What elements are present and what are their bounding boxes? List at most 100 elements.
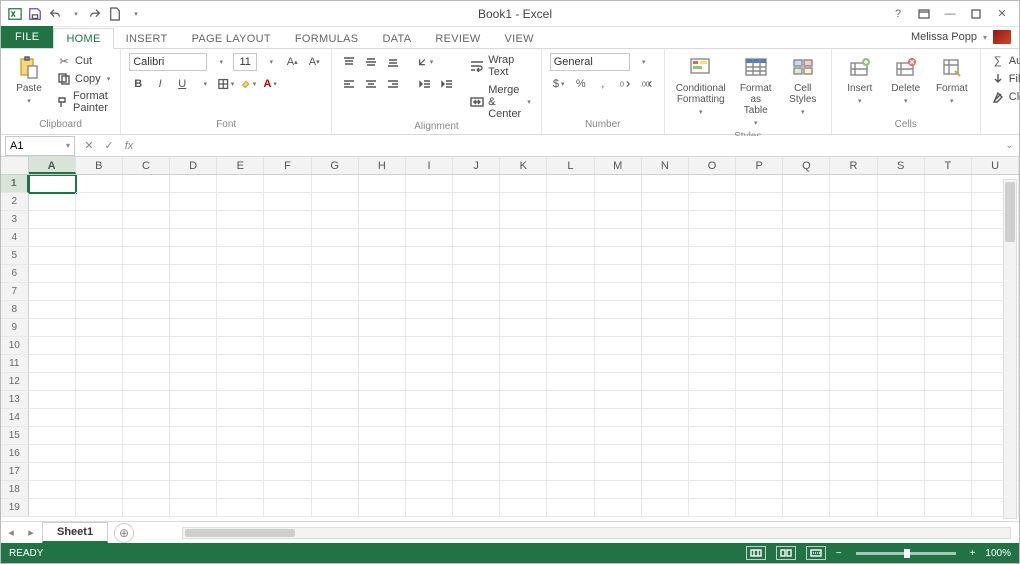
cell[interactable] xyxy=(547,409,594,427)
cell[interactable] xyxy=(453,481,500,499)
cell[interactable] xyxy=(500,301,547,319)
cell[interactable] xyxy=(642,247,689,265)
column-header[interactable]: E xyxy=(217,157,264,174)
cell[interactable] xyxy=(406,427,453,445)
cell[interactable] xyxy=(925,499,972,517)
cell[interactable] xyxy=(736,193,783,211)
cell[interactable] xyxy=(642,481,689,499)
cell[interactable] xyxy=(123,463,170,481)
cell[interactable] xyxy=(547,445,594,463)
cell[interactable] xyxy=(547,193,594,211)
enter-formula-icon[interactable]: ✓ xyxy=(99,139,119,152)
zoom-in-button[interactable]: + xyxy=(970,548,976,559)
cell[interactable] xyxy=(642,301,689,319)
cell[interactable] xyxy=(217,265,264,283)
cell[interactable] xyxy=(595,409,642,427)
cell[interactable] xyxy=(878,247,925,265)
cell[interactable] xyxy=(406,337,453,355)
cell[interactable] xyxy=(595,283,642,301)
cell[interactable] xyxy=(76,229,123,247)
cell[interactable] xyxy=(925,229,972,247)
cell[interactable] xyxy=(689,301,736,319)
cell[interactable] xyxy=(359,409,406,427)
cell[interactable] xyxy=(736,211,783,229)
column-header[interactable]: J xyxy=(453,157,500,174)
cell[interactable] xyxy=(547,337,594,355)
cell[interactable] xyxy=(783,247,830,265)
align-center-icon[interactable] xyxy=(362,75,380,93)
cell[interactable] xyxy=(830,229,877,247)
cell[interactable] xyxy=(500,175,547,193)
row-header[interactable]: 6 xyxy=(1,265,29,283)
cell[interactable] xyxy=(547,175,594,193)
cell[interactable] xyxy=(453,247,500,265)
cell[interactable] xyxy=(595,481,642,499)
cell[interactable] xyxy=(925,301,972,319)
cell[interactable] xyxy=(878,481,925,499)
cell[interactable] xyxy=(547,391,594,409)
cell[interactable] xyxy=(783,265,830,283)
cell[interactable] xyxy=(453,193,500,211)
align-middle-icon[interactable] xyxy=(362,53,380,71)
cell[interactable] xyxy=(689,211,736,229)
cell[interactable] xyxy=(264,463,311,481)
row-header[interactable]: 19 xyxy=(1,499,29,517)
cell[interactable] xyxy=(217,391,264,409)
close-icon[interactable]: ✕ xyxy=(993,7,1011,21)
cell[interactable] xyxy=(29,229,76,247)
cell[interactable] xyxy=(264,193,311,211)
column-header[interactable]: G xyxy=(312,157,359,174)
cell[interactable] xyxy=(359,247,406,265)
decrease-indent-icon[interactable] xyxy=(416,75,434,93)
cell[interactable] xyxy=(878,499,925,517)
cell[interactable] xyxy=(878,193,925,211)
column-header[interactable]: A xyxy=(29,157,76,174)
cell[interactable] xyxy=(170,463,217,481)
orientation-icon[interactable] xyxy=(416,53,434,71)
cell[interactable] xyxy=(29,373,76,391)
cell[interactable] xyxy=(925,355,972,373)
cell[interactable] xyxy=(359,355,406,373)
cell[interactable] xyxy=(359,211,406,229)
cell[interactable] xyxy=(264,427,311,445)
cell[interactable] xyxy=(217,283,264,301)
cell[interactable] xyxy=(76,283,123,301)
cell[interactable] xyxy=(925,445,972,463)
column-header[interactable]: L xyxy=(547,157,594,174)
cell[interactable] xyxy=(783,481,830,499)
cell[interactable] xyxy=(736,373,783,391)
cell[interactable] xyxy=(264,391,311,409)
cell[interactable] xyxy=(123,445,170,463)
cell[interactable] xyxy=(878,445,925,463)
cell[interactable] xyxy=(312,355,359,373)
cell[interactable] xyxy=(453,211,500,229)
cell[interactable] xyxy=(830,175,877,193)
tab-data[interactable]: DATA xyxy=(370,29,423,48)
zoom-out-button[interactable]: − xyxy=(836,548,842,559)
cell[interactable] xyxy=(170,301,217,319)
cell[interactable] xyxy=(500,337,547,355)
cell[interactable] xyxy=(76,463,123,481)
cell[interactable] xyxy=(547,427,594,445)
align-bottom-icon[interactable] xyxy=(384,53,402,71)
ribbon-display-icon[interactable] xyxy=(915,7,933,21)
cell[interactable] xyxy=(29,211,76,229)
cell[interactable] xyxy=(359,499,406,517)
insert-cells-button[interactable]: Insert▾ xyxy=(840,53,880,109)
cell[interactable] xyxy=(264,247,311,265)
row-header[interactable]: 17 xyxy=(1,463,29,481)
cell[interactable] xyxy=(830,391,877,409)
sheet-nav-next-icon[interactable]: ▸ xyxy=(21,526,41,539)
cell[interactable] xyxy=(736,445,783,463)
cell[interactable] xyxy=(170,481,217,499)
cell[interactable] xyxy=(406,229,453,247)
borders-button[interactable] xyxy=(217,75,235,93)
cell[interactable] xyxy=(500,391,547,409)
row-header[interactable]: 7 xyxy=(1,283,29,301)
cell[interactable] xyxy=(642,499,689,517)
cell[interactable] xyxy=(453,391,500,409)
expand-formula-icon[interactable]: ⌄ xyxy=(999,140,1019,151)
cell[interactable] xyxy=(642,337,689,355)
row-header[interactable]: 12 xyxy=(1,373,29,391)
cell[interactable] xyxy=(595,337,642,355)
